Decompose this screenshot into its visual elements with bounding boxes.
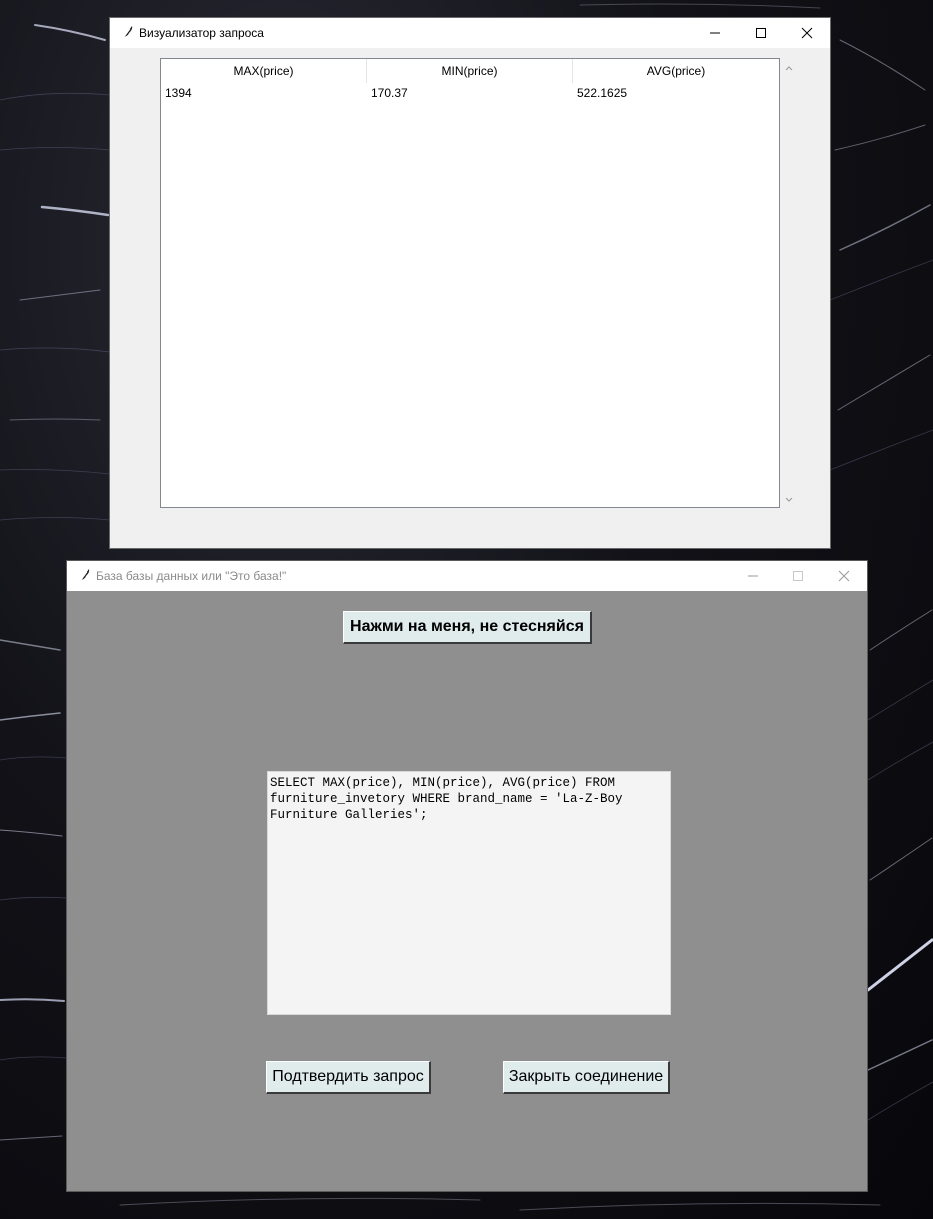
main-database-window: База базы данных или "Это база!" Нажми н…	[67, 561, 867, 1191]
cell-avg-price: 522.1625	[577, 86, 628, 100]
feather-icon	[78, 569, 90, 584]
close-icon	[801, 27, 813, 39]
scroll-up-arrow-icon[interactable]	[784, 64, 794, 74]
column-header-max-price[interactable]: MAX(price)	[161, 59, 367, 83]
title-bar: База базы данных или "Это база!"	[67, 561, 867, 591]
window-title: Визуализатор запроса	[139, 26, 264, 40]
press-me-button[interactable]: Нажми на меня, не стесняйся	[343, 611, 592, 644]
minimize-icon	[748, 575, 758, 577]
table-header: MAX(price) MIN(price) AVG(price)	[161, 59, 779, 83]
results-table: MAX(price) MIN(price) AVG(price) 1394 17…	[160, 58, 780, 508]
maximize-icon	[793, 571, 803, 581]
column-header-avg-price[interactable]: AVG(price)	[573, 59, 779, 83]
vertical-scrollbar[interactable]	[780, 58, 798, 508]
close-button[interactable]	[821, 561, 867, 591]
cell-max-price: 1394	[165, 86, 192, 100]
maximize-icon	[756, 28, 766, 38]
feather-icon	[121, 26, 133, 41]
maximize-button[interactable]	[775, 561, 821, 591]
window-title: База базы данных или "Это база!"	[96, 569, 287, 583]
column-header-min-price[interactable]: MIN(price)	[367, 59, 573, 83]
minimize-button[interactable]	[692, 18, 738, 48]
close-button[interactable]	[784, 18, 830, 48]
cell-min-price: 170.37	[371, 86, 408, 100]
confirm-query-button[interactable]: Подтвердить запрос	[266, 1061, 431, 1094]
minimize-icon	[710, 32, 720, 34]
sql-query-input[interactable]: SELECT MAX(price), MIN(price), AVG(price…	[267, 771, 671, 1015]
minimize-button[interactable]	[730, 561, 776, 591]
maximize-button[interactable]	[738, 18, 784, 48]
close-icon	[838, 570, 850, 582]
query-visualizer-window: Визуализатор запроса MAX(price) MIN(pric…	[110, 18, 830, 548]
title-bar: Визуализатор запроса	[110, 18, 830, 48]
scroll-down-arrow-icon[interactable]	[784, 494, 794, 504]
close-connection-button[interactable]: Закрыть соединение	[503, 1061, 670, 1094]
